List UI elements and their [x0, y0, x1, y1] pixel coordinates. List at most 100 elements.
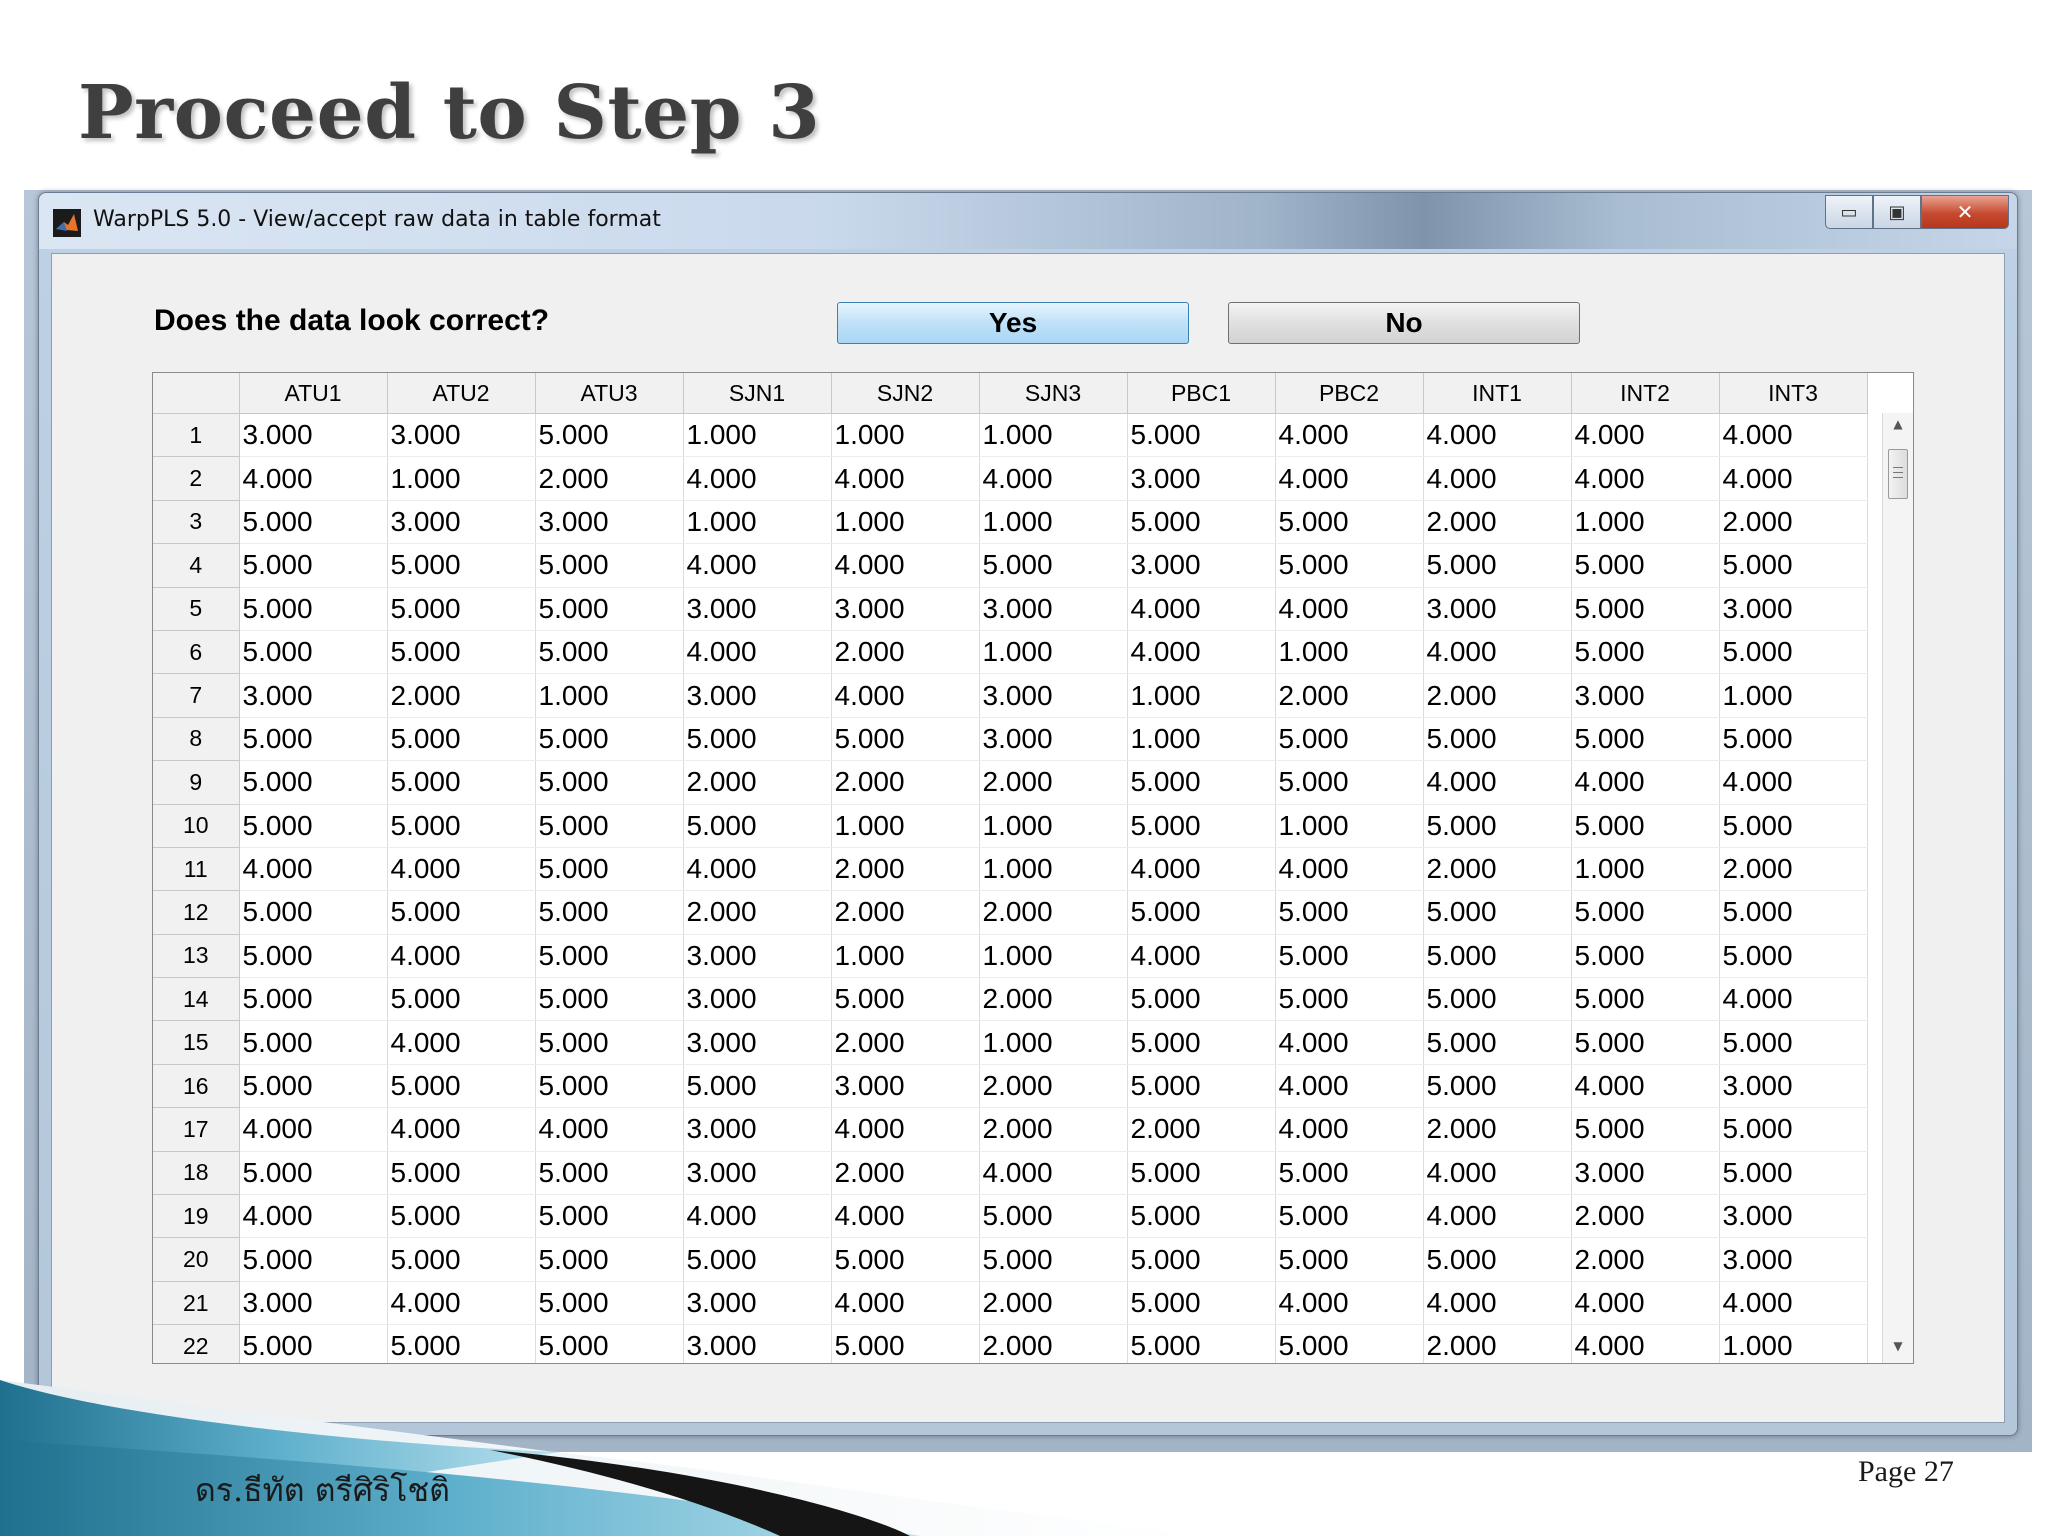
- table-cell[interactable]: 4.000: [1571, 413, 1720, 458]
- table-cell[interactable]: 5.000: [1275, 977, 1424, 1022]
- table-cell[interactable]: 5.000: [1127, 1064, 1276, 1109]
- table-row[interactable]: 1 3.000 3.000 5.000 1.000 1.000 1.000 5.000 4.00…: [153, 413, 1868, 458]
- table-cell[interactable]: 3.000: [239, 413, 388, 458]
- table-cell[interactable]: 3.000: [1719, 587, 1868, 631]
- table-cell[interactable]: 5.000: [239, 587, 388, 631]
- row-number[interactable]: 18: [153, 1151, 240, 1196]
- table-cell[interactable]: 5.000: [535, 717, 684, 762]
- table-cell[interactable]: 4.000: [1571, 1281, 1720, 1326]
- table-cell[interactable]: 5.000: [1571, 717, 1720, 762]
- table-cell[interactable]: 1.000: [831, 804, 980, 848]
- table-cell[interactable]: 5.000: [239, 977, 388, 1022]
- table-cell[interactable]: 2.000: [831, 1020, 980, 1065]
- table-cell[interactable]: 5.000: [1275, 717, 1424, 762]
- table-cell[interactable]: 3.000: [1719, 1237, 1868, 1282]
- table-cell[interactable]: 1.000: [831, 413, 980, 458]
- vertical-scrollbar[interactable]: ▲ ▼: [1882, 413, 1913, 1363]
- table-cell[interactable]: 5.000: [1423, 1020, 1572, 1065]
- table-cell[interactable]: 5.000: [535, 890, 684, 935]
- table-cell[interactable]: 4.000: [1719, 977, 1868, 1022]
- table-cell[interactable]: 3.000: [535, 500, 684, 545]
- table-cell[interactable]: 5.000: [239, 1020, 388, 1065]
- table-cell[interactable]: 3.000: [1719, 1064, 1868, 1109]
- table-cell[interactable]: 5.000: [387, 760, 536, 805]
- window-titlebar[interactable]: WarpPLS 5.0 - View/accept raw data in ta…: [39, 193, 2017, 249]
- column-header[interactable]: ATU2: [387, 373, 536, 414]
- table-cell[interactable]: 4.000: [239, 456, 388, 501]
- table-cell[interactable]: 3.000: [683, 1324, 832, 1363]
- table-row[interactable]: 9 5.000 5.000 5.000 2.000 2.000 2.000 5.000 5.00…: [153, 760, 1868, 805]
- table-cell[interactable]: 4.000: [1571, 1324, 1720, 1363]
- table-cell[interactable]: 5.000: [1275, 760, 1424, 805]
- table-cell[interactable]: 5.000: [387, 543, 536, 588]
- table-cell[interactable]: 1.000: [1127, 673, 1276, 718]
- table-cell[interactable]: 3.000: [831, 1064, 980, 1109]
- table-cell[interactable]: 1.000: [683, 413, 832, 458]
- table-cell[interactable]: 3.000: [239, 673, 388, 718]
- table-cell[interactable]: 2.000: [979, 977, 1128, 1022]
- table-cell[interactable]: 5.000: [387, 890, 536, 935]
- table-cell[interactable]: 5.000: [979, 1237, 1128, 1282]
- table-cell[interactable]: 2.000: [979, 760, 1128, 805]
- table-cell[interactable]: 5.000: [535, 977, 684, 1022]
- row-number[interactable]: 11: [153, 847, 240, 892]
- table-cell[interactable]: 3.000: [683, 1281, 832, 1326]
- table-row[interactable]: 20 5.000 5.000 5.000 5.000 5.000 5.000 5.000 5.0…: [153, 1237, 1868, 1282]
- table-cell[interactable]: 2.000: [1719, 847, 1868, 892]
- table-cell[interactable]: 5.000: [387, 1194, 536, 1239]
- table-cell[interactable]: 3.000: [683, 1151, 832, 1196]
- table-cell[interactable]: 2.000: [979, 1064, 1128, 1109]
- table-cell[interactable]: 5.000: [1423, 804, 1572, 848]
- column-header[interactable]: INT2: [1571, 373, 1720, 414]
- table-cell[interactable]: 3.000: [387, 413, 536, 458]
- scroll-up-icon[interactable]: ▲: [1883, 417, 1913, 441]
- table-cell[interactable]: 4.000: [1571, 1064, 1720, 1109]
- column-header[interactable]: ATU3: [535, 373, 684, 414]
- column-header[interactable]: INT1: [1423, 373, 1572, 414]
- table-row[interactable]: 7 3.000 2.000 1.000 3.000 4.000 3.000 1.000 2.00…: [153, 673, 1868, 718]
- table-cell[interactable]: 4.000: [979, 456, 1128, 501]
- table-cell[interactable]: 5.000: [1571, 1107, 1720, 1152]
- table-cell[interactable]: 5.000: [535, 1020, 684, 1065]
- table-cell[interactable]: 4.000: [1127, 934, 1276, 979]
- table-cell[interactable]: 5.000: [239, 1237, 388, 1282]
- table-row[interactable]: 12 5.000 5.000 5.000 2.000 2.000 2.000 5.000 5.0…: [153, 890, 1868, 935]
- table-cell[interactable]: 5.000: [1127, 760, 1276, 805]
- table-cell[interactable]: 3.000: [1127, 456, 1276, 501]
- table-cell[interactable]: 5.000: [1275, 1194, 1424, 1239]
- table-cell[interactable]: 1.000: [683, 500, 832, 545]
- table-cell[interactable]: 4.000: [239, 1107, 388, 1152]
- table-cell[interactable]: 4.000: [1127, 630, 1276, 675]
- table-cell[interactable]: 4.000: [1275, 847, 1424, 892]
- table-cell[interactable]: 4.000: [683, 543, 832, 588]
- table-cell[interactable]: 2.000: [831, 760, 980, 805]
- table-cell[interactable]: 5.000: [1275, 1151, 1424, 1196]
- table-row[interactable]: 3 5.000 3.000 3.000 1.000 1.000 1.000 5.000 5.00…: [153, 500, 1868, 545]
- table-cell[interactable]: 4.000: [387, 934, 536, 979]
- table-cell[interactable]: 5.000: [239, 717, 388, 762]
- table-cell[interactable]: 5.000: [1127, 890, 1276, 935]
- table-cell[interactable]: 4.000: [535, 1107, 684, 1152]
- table-cell[interactable]: 4.000: [683, 1194, 832, 1239]
- table-cell[interactable]: 5.000: [387, 1237, 536, 1282]
- table-cell[interactable]: 3.000: [683, 1107, 832, 1152]
- table-row[interactable]: 16 5.000 5.000 5.000 5.000 3.000 2.000 5.000 4.0…: [153, 1064, 1868, 1109]
- table-cell[interactable]: 5.000: [239, 543, 388, 588]
- table-cell[interactable]: 5.000: [535, 1237, 684, 1282]
- row-number[interactable]: 19: [153, 1194, 240, 1239]
- table-cell[interactable]: 2.000: [1275, 673, 1424, 718]
- column-header[interactable]: PBC2: [1275, 373, 1424, 414]
- table-cell[interactable]: 5.000: [1571, 1020, 1720, 1065]
- table-cell[interactable]: 3.000: [979, 717, 1128, 762]
- row-number[interactable]: 17: [153, 1107, 240, 1152]
- table-cell[interactable]: 4.000: [239, 1194, 388, 1239]
- table-cell[interactable]: 5.000: [683, 1064, 832, 1109]
- table-row[interactable]: 10 5.000 5.000 5.000 5.000 1.000 1.000 5.000 1.0…: [153, 804, 1868, 848]
- close-button[interactable]: ✕: [1921, 195, 2009, 229]
- table-cell[interactable]: 4.000: [239, 847, 388, 892]
- table-cell[interactable]: 4.000: [1275, 456, 1424, 501]
- row-number[interactable]: 9: [153, 760, 240, 805]
- table-cell[interactable]: 5.000: [1571, 804, 1720, 848]
- table-cell[interactable]: 3.000: [831, 587, 980, 631]
- table-cell[interactable]: 1.000: [831, 500, 980, 545]
